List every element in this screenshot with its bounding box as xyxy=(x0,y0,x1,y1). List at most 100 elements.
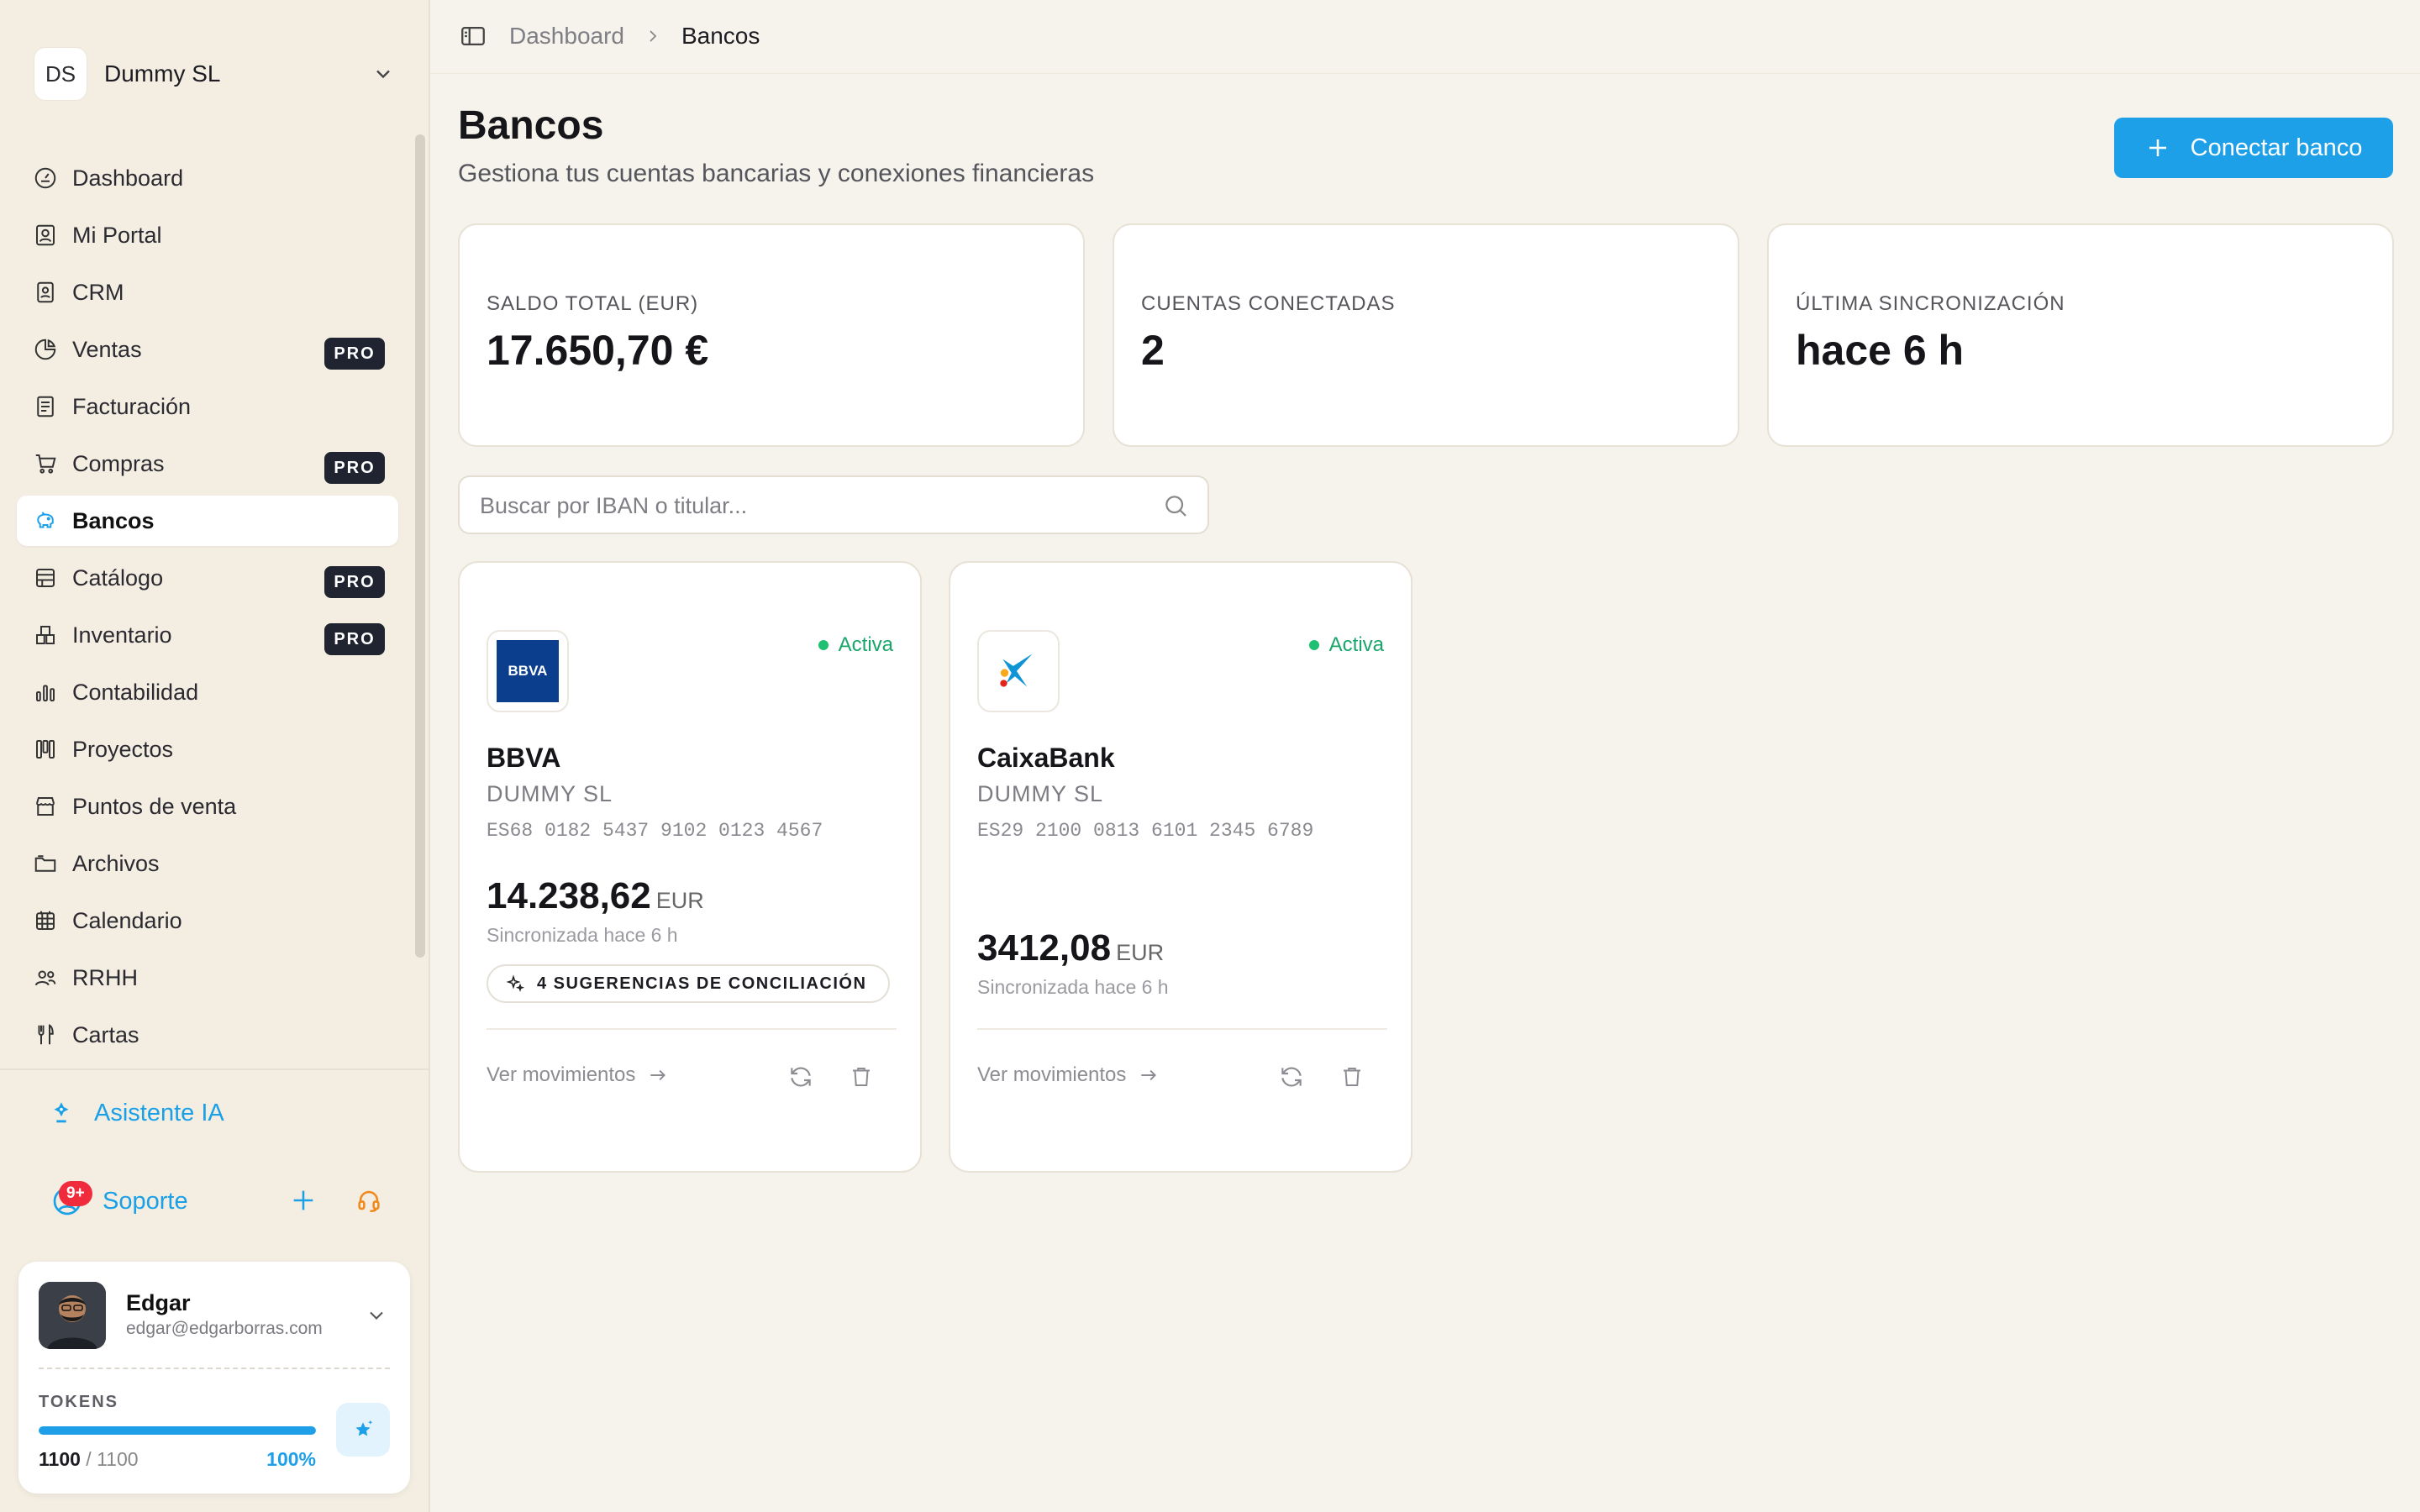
sidebar-item-catalogo[interactable]: Catálogo PRO xyxy=(17,553,398,603)
sidebar-item-label: Ventas xyxy=(72,336,142,362)
stat-value: hace 6 h xyxy=(1796,327,1965,374)
sidebar-scrollbar[interactable] xyxy=(415,134,425,958)
sidebar-item-proyectos[interactable]: Proyectos xyxy=(17,724,398,774)
view-movements-link[interactable]: Ver movimientos xyxy=(487,1063,669,1087)
sidebar-item-label: Proyectos xyxy=(72,736,174,762)
headset-icon[interactable] xyxy=(355,1186,383,1215)
view-movements-link[interactable]: Ver movimientos xyxy=(977,1063,1160,1087)
bank-card-caixabank: Activa CaixaBank DUMMY SL ES29 2100 0813… xyxy=(949,561,1413,1173)
tokens-total: / 1100 xyxy=(86,1448,139,1470)
sidebar-item-cartas[interactable]: Cartas xyxy=(17,1010,398,1060)
stat-label: ÚLTIMA SINCRONIZACIÓN xyxy=(1796,292,2065,315)
sidebar-nav: Dashboard Mi Portal CRM Ventas PRO Factu… xyxy=(17,153,398,1067)
sidebar-item-ventas[interactable]: Ventas PRO xyxy=(17,324,398,375)
sidebar-toggle-icon[interactable] xyxy=(459,22,487,50)
delete-button[interactable] xyxy=(1337,1062,1367,1092)
ai-assistant-label: Asistente IA xyxy=(94,1099,224,1126)
support-label[interactable]: Soporte xyxy=(103,1188,188,1215)
sidebar-item-contabilidad[interactable]: Contabilidad xyxy=(17,667,398,717)
stat-total-balance: SALDO TOTAL (EUR) 17.650,70 € xyxy=(458,223,1085,447)
arrow-right-icon xyxy=(1141,1069,1157,1081)
sidebar-item-label: RRHH xyxy=(72,964,138,990)
suggestions-label: 4 SUGERENCIAS DE CONCILIACIÓN xyxy=(537,974,867,993)
bar-chart-icon xyxy=(32,679,59,706)
sparkles-icon xyxy=(506,974,525,992)
sidebar-item-label: Mi Portal xyxy=(72,222,162,248)
chevron-down-icon[interactable] xyxy=(365,1304,388,1327)
pro-badge: PRO xyxy=(324,338,385,370)
view-movements-label: Ver movimientos xyxy=(977,1063,1127,1086)
sidebar-item-bancos[interactable]: Bancos xyxy=(17,496,398,546)
search-box xyxy=(458,475,1209,534)
sidebar-item-puntos-de-venta[interactable]: Puntos de venta xyxy=(17,781,398,832)
plus-icon[interactable] xyxy=(289,1186,318,1215)
ai-assistant-button[interactable]: Asistente IA xyxy=(47,1099,224,1127)
upgrade-tokens-button[interactable] xyxy=(336,1403,390,1457)
sidebar: DS Dummy SL Dashboard Mi Portal CRM Vent… xyxy=(0,0,430,1512)
status-dot xyxy=(1308,640,1319,650)
trash-icon xyxy=(1344,1068,1360,1086)
delete-button[interactable] xyxy=(846,1062,876,1092)
users-icon xyxy=(32,964,59,991)
sidebar-item-label: Cartas xyxy=(72,1021,139,1047)
card-divider xyxy=(977,1028,1387,1030)
contact-card-icon xyxy=(32,279,59,306)
pro-badge: PRO xyxy=(324,623,385,655)
sidebar-item-label: Bancos xyxy=(72,507,155,533)
bank-balance-currency: EUR xyxy=(655,888,704,913)
connect-bank-button[interactable]: Conectar banco xyxy=(2114,118,2393,178)
sidebar-item-archivos[interactable]: Archivos xyxy=(17,838,398,889)
utensils-icon xyxy=(32,1021,59,1048)
chevron-down-icon xyxy=(376,70,390,79)
sidebar-item-dashboard[interactable]: Dashboard xyxy=(17,153,398,203)
calendar-icon xyxy=(32,907,59,934)
user-card[interactable]: Edgar edgar@edgarborras.com TOKENS 1100 … xyxy=(18,1262,410,1494)
sidebar-item-mi-portal[interactable]: Mi Portal xyxy=(17,210,398,260)
sidebar-item-compras[interactable]: Compras PRO xyxy=(17,438,398,489)
notification-badge: 9+ xyxy=(59,1181,92,1206)
support-button[interactable]: 9+ xyxy=(50,1181,92,1218)
stat-label: CUENTAS CONECTADAS xyxy=(1141,292,1396,315)
bank-holder: DUMMY SL xyxy=(487,781,613,806)
sidebar-item-crm[interactable]: CRM xyxy=(17,267,398,318)
status-badge: Activa xyxy=(818,633,893,657)
bank-holder: DUMMY SL xyxy=(977,781,1104,806)
bank-iban: ES29 2100 0813 6101 2345 6789 xyxy=(977,820,1314,842)
sidebar-item-label: Calendario xyxy=(72,907,182,933)
search-input[interactable] xyxy=(480,489,1152,522)
sidebar-item-calendario[interactable]: Calendario xyxy=(17,895,398,946)
sidebar-item-rrhh[interactable]: RRHH xyxy=(17,953,398,1003)
bank-card-bbva: BBVA Activa BBVA DUMMY SL ES68 0182 5437… xyxy=(458,561,922,1173)
stat-last-sync: ÚLTIMA SINCRONIZACIÓN hace 6 h xyxy=(1767,223,2394,447)
page-title: Bancos xyxy=(458,103,604,148)
catalog-icon xyxy=(32,564,59,591)
breadcrumb-dashboard[interactable]: Dashboard xyxy=(509,23,624,50)
bbva-logo-mark: BBVA xyxy=(497,640,559,702)
store-icon xyxy=(32,793,59,820)
sidebar-item-facturacion[interactable]: Facturación xyxy=(17,381,398,432)
sidebar-item-inventario[interactable]: Inventario PRO xyxy=(17,610,398,660)
bank-sync-status: Sincronizada hace 6 h xyxy=(487,924,678,946)
reconciliation-suggestions-chip[interactable]: 4 SUGERENCIAS DE CONCILIACIÓN xyxy=(487,964,891,1003)
page-subtitle: Gestiona tus cuentas bancarias y conexio… xyxy=(458,160,1095,187)
star-sparkle-icon xyxy=(355,1420,373,1436)
caixabank-logo xyxy=(977,630,1060,712)
sync-button[interactable] xyxy=(1276,1062,1307,1092)
sidebar-item-label: CRM xyxy=(72,279,124,305)
org-name: Dummy SL xyxy=(104,60,221,87)
bank-balance: 14.238,62 EUR xyxy=(487,875,704,917)
sidebar-item-label: Compras xyxy=(72,450,165,476)
org-avatar: DS xyxy=(34,47,87,101)
stat-value: 17.650,70 € xyxy=(487,327,709,374)
search-icon[interactable] xyxy=(1162,492,1189,519)
refresh-icon xyxy=(791,1067,811,1087)
org-switcher[interactable]: DS Dummy SL xyxy=(34,44,395,104)
pro-badge: PRO xyxy=(324,452,385,484)
sidebar-item-label: Contabilidad xyxy=(72,679,199,705)
sync-button[interactable] xyxy=(786,1062,816,1092)
sidebar-item-label: Dashboard xyxy=(72,165,184,191)
status-label: Activa xyxy=(838,633,893,656)
avatar xyxy=(39,1282,106,1349)
folder-icon xyxy=(32,850,59,877)
user-name: Edgar xyxy=(126,1290,191,1315)
